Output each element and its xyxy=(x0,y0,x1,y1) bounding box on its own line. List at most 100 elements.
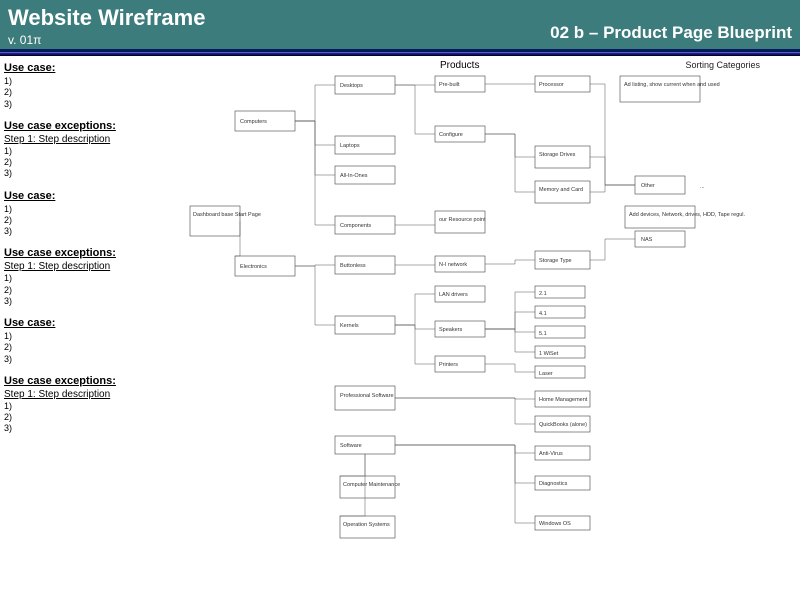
sidebar: Use case: 1) 2) 3) Use case exceptions: … xyxy=(0,56,175,600)
node: Ad listing, show current when and used xyxy=(620,76,720,102)
usecase-head: Use case: xyxy=(4,317,169,329)
usecase-item: 1) xyxy=(4,401,169,412)
node: Windows OS xyxy=(535,516,590,530)
svg-text:Pre-built: Pre-built xyxy=(439,82,460,88)
usecase-item: 3) xyxy=(4,99,169,110)
node: Other xyxy=(635,176,685,194)
usecase-item: 2) xyxy=(4,342,169,353)
usecase-head: Use case: xyxy=(4,190,169,202)
usecase-item: 1) xyxy=(4,146,169,157)
svg-text:Anti-Virus: Anti-Virus xyxy=(539,451,563,457)
svg-text:Kernels: Kernels xyxy=(340,323,359,329)
node: Dashboard base Start Page xyxy=(190,206,261,236)
node: All-In-Ones xyxy=(335,166,395,184)
usecase-item: 3) xyxy=(4,423,169,434)
usecase-item: 2) xyxy=(4,285,169,296)
usecase-item: 2) xyxy=(4,412,169,423)
svg-text:Memory and Card: Memory and Card xyxy=(539,187,583,193)
note: ... xyxy=(700,184,705,190)
svg-text:All-In-Ones: All-In-Ones xyxy=(340,173,368,179)
usecase-head: Use case exceptions: xyxy=(4,120,169,132)
node: our Resource point xyxy=(435,211,486,233)
svg-text:Speakers: Speakers xyxy=(439,327,462,333)
usecase-item: 1) xyxy=(4,204,169,215)
node: Computer Maintenance xyxy=(340,476,400,498)
node: Anti-Virus xyxy=(535,446,590,460)
svg-text:LAN drivers: LAN drivers xyxy=(439,292,468,298)
svg-text:Computer Maintenance: Computer Maintenance xyxy=(343,482,400,488)
svg-text:Electronics: Electronics xyxy=(240,264,267,270)
svg-text:Laser: Laser xyxy=(539,371,553,377)
node: Laptops xyxy=(335,136,395,154)
node: Configure xyxy=(435,126,485,142)
header-left: Website Wireframe v. 01π xyxy=(8,5,205,47)
node: Components xyxy=(335,216,395,234)
node: LAN drivers xyxy=(435,286,485,302)
svg-text:Ad listing, show current when: Ad listing, show current when and used xyxy=(624,82,720,88)
svg-text:Software: Software xyxy=(340,443,362,449)
node: Kernels xyxy=(335,316,395,334)
svg-text:Printers: Printers xyxy=(439,362,458,368)
usecase-item: 2) xyxy=(4,87,169,98)
node: 5.1 xyxy=(535,326,585,338)
svg-text:Desktops: Desktops xyxy=(340,83,363,89)
node: Speakers xyxy=(435,321,485,337)
doc-version: v. 01π xyxy=(8,33,205,47)
svg-text:Storage Type: Storage Type xyxy=(539,258,572,264)
node: Computers xyxy=(235,111,295,131)
node: Operation Systems xyxy=(340,516,395,538)
usecase-head: Use case: xyxy=(4,62,169,74)
svg-text:Dashboard base Start Page: Dashboard base Start Page xyxy=(193,212,261,218)
node: Processor xyxy=(535,76,590,92)
svg-text:5.1: 5.1 xyxy=(539,331,547,337)
usecase-item: 3) xyxy=(4,226,169,237)
node: 4.1 xyxy=(535,306,585,318)
usecase-block: Use case: 1) 2) 3) xyxy=(4,190,169,238)
node: Storage Drives xyxy=(535,146,590,168)
node: NAS xyxy=(635,231,685,247)
body: Use case: 1) 2) 3) Use case exceptions: … xyxy=(0,56,800,600)
svg-text:our Resource point: our Resource point xyxy=(439,217,486,223)
svg-text:2.1: 2.1 xyxy=(539,291,547,297)
usecase-item: 3) xyxy=(4,296,169,307)
usecase-block: Use case exceptions: Step 1: Step descri… xyxy=(4,375,169,435)
svg-text:Windows OS: Windows OS xyxy=(539,521,571,527)
svg-text:Computers: Computers xyxy=(240,119,267,125)
svg-text:Diagnostics: Diagnostics xyxy=(539,481,568,487)
node: Storage Type xyxy=(535,251,590,269)
svg-text:Other: Other xyxy=(641,183,655,189)
usecase-head: Use case exceptions: xyxy=(4,375,169,387)
doc-title: Website Wireframe xyxy=(8,5,205,31)
usecase-block: Use case: 1) 2) 3) xyxy=(4,62,169,110)
node: Laser xyxy=(535,366,585,378)
usecase-step: Step 1: Step description xyxy=(4,134,169,145)
node: Memory and Card xyxy=(535,181,590,203)
node: QuickBooks (alone) xyxy=(535,416,590,432)
svg-text:Professional Software: Professional Software xyxy=(340,393,394,399)
usecase-item: 2) xyxy=(4,215,169,226)
diagram-area: Products Sorting Categories Computers El… xyxy=(175,56,800,600)
node: Software xyxy=(335,436,395,454)
node: Home Management xyxy=(535,391,590,407)
usecase-step: Step 1: Step description xyxy=(4,389,169,400)
svg-text:Buttonless: Buttonless xyxy=(340,263,366,269)
usecase-block: Use case: 1) 2) 3) xyxy=(4,317,169,365)
usecase-item: 1) xyxy=(4,273,169,284)
usecase-item: 3) xyxy=(4,168,169,179)
node: Buttonless xyxy=(335,256,395,274)
svg-text:Add devices, Network, drives,: Add devices, Network, drives, HDD, Tape … xyxy=(629,212,746,218)
node: Diagnostics xyxy=(535,476,590,490)
node: Desktops xyxy=(335,76,395,94)
doc-subtitle: 02 b – Product Page Blueprint xyxy=(550,23,792,43)
node: Professional Software xyxy=(335,386,395,410)
svg-text:Storage Drives: Storage Drives xyxy=(539,152,576,158)
usecase-item: 2) xyxy=(4,157,169,168)
usecase-item: 1) xyxy=(4,76,169,87)
node: Electronics xyxy=(235,256,295,276)
svg-text:Laptops: Laptops xyxy=(340,143,360,149)
svg-text:4.1: 4.1 xyxy=(539,311,547,317)
node: Pre-built xyxy=(435,76,485,92)
svg-text:...: ... xyxy=(700,184,705,190)
node: Printers xyxy=(435,356,485,372)
svg-text:NAS: NAS xyxy=(641,237,653,243)
